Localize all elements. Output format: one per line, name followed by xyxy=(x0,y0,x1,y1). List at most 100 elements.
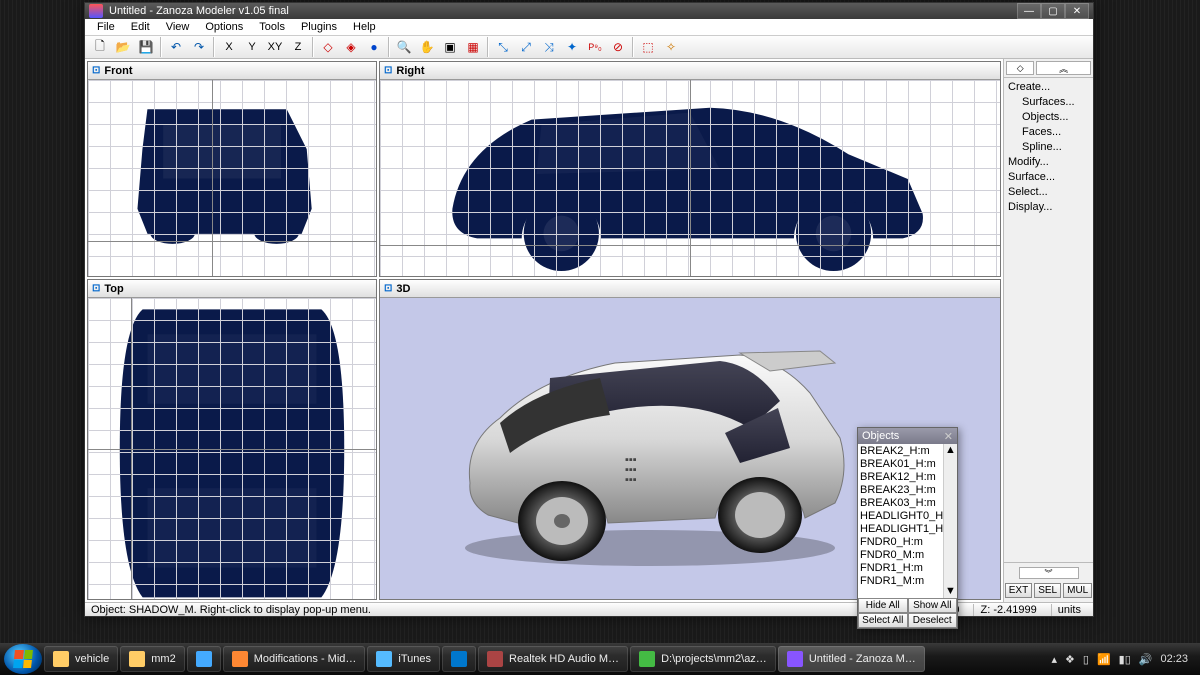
taskbar-app-icon xyxy=(639,651,655,667)
side-more-icon[interactable]: ︾ xyxy=(1019,567,1079,579)
tray-volume-icon[interactable]: 🔊 xyxy=(1139,653,1153,666)
cube-icon[interactable]: ◇ xyxy=(317,36,339,58)
side-spline[interactable]: Spline... xyxy=(1008,140,1089,155)
new-icon[interactable]: 🗋 xyxy=(89,36,111,58)
side-modify[interactable]: Modify... xyxy=(1008,155,1089,170)
pan-icon[interactable]: ✋ xyxy=(416,36,438,58)
taskbar-item[interactable]: vehicle xyxy=(44,646,118,672)
objects-list[interactable]: BREAK2_H:m BREAK01_H:m BREAK12_H:m BREAK… xyxy=(858,444,957,598)
list-item[interactable]: BREAK12_H:m xyxy=(860,471,955,484)
scale-x-icon[interactable]: ⤡ xyxy=(492,36,514,58)
select-all-button[interactable]: Select All xyxy=(858,613,908,628)
scale-y-icon[interactable]: ⤢ xyxy=(515,36,537,58)
maximize-button[interactable]: ▢ xyxy=(1041,3,1065,19)
undo-icon[interactable]: ↶ xyxy=(165,36,187,58)
save-icon[interactable]: 💾 xyxy=(135,36,157,58)
objects-close-icon[interactable]: ✕ xyxy=(944,430,953,443)
list-item[interactable]: BREAK2_H:m xyxy=(860,445,955,458)
taskbar-item[interactable] xyxy=(442,646,476,672)
viewport-right[interactable]: ⊡ Right xyxy=(379,61,1001,277)
viewport-toggle-icon[interactable]: ⊡ xyxy=(92,283,100,294)
scale-uniform-icon[interactable]: ✦ xyxy=(561,36,583,58)
redo-icon[interactable]: ↷ xyxy=(188,36,210,58)
list-item[interactable]: FNDR0_M:m xyxy=(860,549,955,562)
sphere-icon[interactable]: ● xyxy=(363,36,385,58)
select-add-icon[interactable]: ✧ xyxy=(660,36,682,58)
sel-button[interactable]: SEL xyxy=(1034,583,1061,598)
side-objects[interactable]: Objects... xyxy=(1008,110,1089,125)
list-item[interactable]: FNDR0_H:m xyxy=(860,536,955,549)
menu-file[interactable]: File xyxy=(89,19,123,35)
tray-chevron-icon[interactable]: ▴ xyxy=(1051,653,1057,666)
viewport-toggle-icon[interactable]: ⊡ xyxy=(92,65,100,76)
tray-battery-icon[interactable]: ▮▯ xyxy=(1119,653,1131,666)
menu-edit[interactable]: Edit xyxy=(123,19,158,35)
viewport-toggle-icon[interactable]: ⊡ xyxy=(384,283,392,294)
taskbar-item[interactable]: D:\projects\mm2\az… xyxy=(630,646,776,672)
menu-view[interactable]: View xyxy=(158,19,198,35)
axis-y-button[interactable]: Y xyxy=(241,36,263,58)
taskbar-item[interactable]: Untitled - Zanoza M… xyxy=(778,646,925,672)
tray-clock[interactable]: 02:23 xyxy=(1160,653,1188,665)
taskbar-app-icon xyxy=(196,651,212,667)
select-rect-icon[interactable]: ⬚ xyxy=(637,36,659,58)
taskbar-app-icon xyxy=(53,651,69,667)
tray-wifi-icon[interactable]: 📶 xyxy=(1097,653,1111,666)
zoom-icon[interactable]: 🔍 xyxy=(393,36,415,58)
system-tray[interactable]: ▴ ❖ ▯ 📶 ▮▯ 🔊 02:23 xyxy=(1043,653,1196,666)
side-collapse-icon[interactable]: ◇ xyxy=(1006,61,1034,75)
region-icon[interactable]: ▦ xyxy=(462,36,484,58)
tray-action-icon[interactable]: ▯ xyxy=(1083,653,1089,666)
mul-button[interactable]: MUL xyxy=(1063,583,1092,598)
side-select[interactable]: Select... xyxy=(1008,185,1089,200)
scale-z-icon[interactable]: ⤨ xyxy=(538,36,560,58)
axis-xy-button[interactable]: XY xyxy=(264,36,286,58)
circle-slash-icon[interactable]: ⊘ xyxy=(607,36,629,58)
menu-tools[interactable]: Tools xyxy=(251,19,293,35)
list-item[interactable]: BREAK23_H:m xyxy=(860,484,955,497)
close-button[interactable]: ✕ xyxy=(1065,3,1089,19)
fit-icon[interactable]: ▣ xyxy=(439,36,461,58)
list-item[interactable]: BREAK03_H:m xyxy=(860,497,955,510)
side-create[interactable]: Create... xyxy=(1008,80,1089,95)
side-surfaces[interactable]: Surfaces... xyxy=(1008,95,1089,110)
axis-z-button[interactable]: Z xyxy=(287,36,309,58)
diamond-icon[interactable]: ◈ xyxy=(340,36,362,58)
menu-plugins[interactable]: Plugins xyxy=(293,19,345,35)
list-item[interactable]: FNDR1_H:m xyxy=(860,562,955,575)
side-expand-icon[interactable]: ︽ xyxy=(1036,61,1091,75)
taskbar-item[interactable]: mm2 xyxy=(120,646,184,672)
viewport-top[interactable]: ⊡Top xyxy=(87,279,377,600)
hide-all-button[interactable]: Hide All xyxy=(858,598,908,613)
titlebar[interactable]: Untitled - Zanoza Modeler v1.05 final — … xyxy=(85,3,1093,19)
taskbar-app-icon xyxy=(451,651,467,667)
minimize-button[interactable]: — xyxy=(1017,3,1041,19)
menu-options[interactable]: Options xyxy=(197,19,251,35)
taskbar-item[interactable] xyxy=(187,646,221,672)
start-button[interactable] xyxy=(4,644,42,674)
taskbar-item[interactable]: iTunes xyxy=(367,646,440,672)
viewport-toggle-icon[interactable]: ⊡ xyxy=(384,65,392,76)
show-all-button[interactable]: Show All xyxy=(908,598,958,613)
side-display[interactable]: Display... xyxy=(1008,200,1089,215)
taskbar-item[interactable]: Modifications - Mid… xyxy=(223,646,366,672)
viewport-right-label: Right xyxy=(396,65,424,77)
tray-network-icon[interactable]: ❖ xyxy=(1065,653,1075,666)
deselect-button[interactable]: Deselect xyxy=(908,613,958,628)
pso-button[interactable]: P⁹₀ xyxy=(584,36,606,58)
list-item[interactable]: FNDR1_M:m xyxy=(860,575,955,588)
objects-scrollbar[interactable]: ▲▼ xyxy=(943,444,957,598)
side-surface[interactable]: Surface... xyxy=(1008,170,1089,185)
taskbar-item[interactable]: Realtek HD Audio M… xyxy=(478,646,628,672)
menu-help[interactable]: Help xyxy=(345,19,384,35)
side-faces[interactable]: Faces... xyxy=(1008,125,1089,140)
objects-panel[interactable]: Objects✕ BREAK2_H:m BREAK01_H:m BREAK12_… xyxy=(857,427,958,629)
taskbar-app-icon xyxy=(487,651,503,667)
list-item[interactable]: HEADLIGHT0_H xyxy=(860,510,955,523)
viewport-front[interactable]: ⊡Front xyxy=(87,61,377,277)
ext-button[interactable]: EXT xyxy=(1005,583,1032,598)
list-item[interactable]: HEADLIGHT1_H xyxy=(860,523,955,536)
list-item[interactable]: BREAK01_H:m xyxy=(860,458,955,471)
open-icon[interactable]: 📂 xyxy=(112,36,134,58)
axis-x-button[interactable]: X xyxy=(218,36,240,58)
